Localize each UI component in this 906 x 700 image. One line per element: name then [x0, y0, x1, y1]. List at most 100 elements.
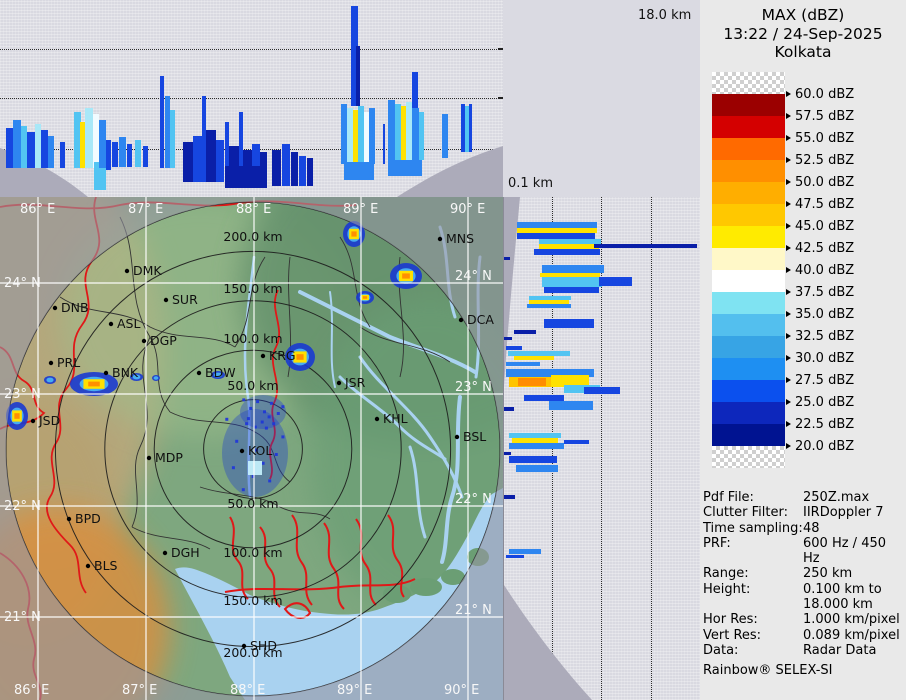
- city-dot: [336, 380, 342, 386]
- metadata-label: Hor Res:: [703, 612, 758, 628]
- city-dot: [458, 317, 464, 323]
- metadata-rows: Pdf File: 250Z.max Clutter Filter: IIRDoppl…: [703, 490, 902, 658]
- profile-bar: [282, 144, 290, 186]
- scale-value: 40.0 dBZ: [795, 262, 855, 278]
- colorscale-band: [712, 446, 785, 468]
- colorscale-band: [712, 292, 785, 314]
- scale-value: 55.0 dBZ: [795, 130, 855, 146]
- city-label: BNK: [112, 365, 139, 380]
- echo-speck: [276, 412, 280, 415]
- city-label: DCA: [467, 312, 494, 327]
- profile-bar: [514, 330, 536, 334]
- profile-bar: [542, 277, 602, 287]
- city-label: KOL: [248, 443, 272, 458]
- city-label: SHD: [250, 638, 277, 653]
- profile-bar: [534, 249, 600, 255]
- colorscale-label: 45.0 dBZ: [786, 218, 854, 234]
- profile-bar: [504, 495, 515, 499]
- echo-core-orange: [14, 413, 20, 419]
- scale-arrow-icon: [786, 267, 791, 273]
- profile-gridline: [651, 197, 652, 700]
- latitude-label: 22° N: [4, 499, 41, 514]
- profile-bar: [225, 166, 267, 188]
- metadata-label: Data:: [703, 642, 739, 658]
- city-dot: [163, 297, 169, 303]
- colorscale-label: 22.5 dBZ: [786, 416, 854, 432]
- echo-speck: [225, 417, 229, 421]
- profile-bar: [356, 46, 360, 106]
- scale-arrow-icon: [786, 311, 791, 317]
- profile-bar: [13, 120, 21, 168]
- legend-title: MAX (dBZ) 13:22 / 24-Sep-2025 Kolkata: [700, 6, 906, 62]
- echo-core-orange: [351, 231, 357, 237]
- profile-bar: [504, 407, 514, 411]
- city-label: SUR: [172, 292, 198, 307]
- echo-speck: [268, 479, 272, 483]
- software-brand: Rainbow® SELEX-SI: [703, 663, 833, 679]
- metadata-value: 0.089 km/pixel: [803, 627, 900, 643]
- profile-bar: [85, 108, 93, 168]
- city-dot: [85, 563, 91, 569]
- metadata-value: 600 Hz / 450 Hz: [803, 535, 887, 567]
- radar-display-screen: 18.0 km 0.1 km 86° E 87° E 88° E 89° E 9…: [0, 0, 906, 700]
- longitude-label: 89° E: [337, 683, 372, 698]
- city-label: DMK: [133, 263, 162, 278]
- scale-arrow-icon: [786, 113, 791, 119]
- metadata-label: Pdf File:: [703, 490, 754, 505]
- scale-arrow-icon: [786, 333, 791, 339]
- echo-speck: [269, 401, 273, 405]
- scale-value: 22.5 dBZ: [795, 416, 855, 432]
- colorscale-band: [712, 116, 785, 138]
- colorscale-label: 42.5 dBZ: [786, 240, 854, 256]
- echo-speck: [241, 488, 245, 492]
- scale-arrow-icon: [786, 91, 791, 97]
- scale-value: 30.0 dBZ: [795, 350, 855, 366]
- metadata-row: Data: Radar Data: [703, 643, 902, 658]
- metadata-value: 250Z.max: [803, 490, 870, 505]
- echo-core-orange: [88, 381, 100, 387]
- profile-bar: [516, 465, 558, 472]
- profile-bar: [504, 452, 511, 455]
- profile-bar: [442, 114, 448, 158]
- longitude-label: 88° E: [230, 683, 265, 698]
- profile-bar: [412, 72, 418, 108]
- colorscale-band: [712, 204, 785, 226]
- metadata-row: Pdf File: 250Z.max: [703, 490, 902, 505]
- profile-bar: [412, 108, 419, 160]
- profile-bar: [112, 142, 118, 167]
- colorscale-label: 32.5 dBZ: [786, 328, 854, 344]
- latitude-label: 21° N: [455, 603, 492, 618]
- profile-bar: [419, 112, 424, 160]
- city-dot: [66, 516, 72, 522]
- longitude-label: 86° E: [14, 683, 49, 698]
- city-dot: [241, 643, 247, 649]
- latitude-label: 23° N: [455, 380, 492, 395]
- echo-speck: [245, 422, 249, 426]
- profile-bar: [183, 142, 193, 182]
- scale-value: 42.5 dBZ: [795, 240, 855, 256]
- metadata-row: PRF: 600 Hz / 450 Hz: [703, 536, 902, 567]
- product-name: MAX (dBZ): [761, 6, 845, 24]
- longitude-label: 90° E: [444, 683, 479, 698]
- height-axis-min-label: 0.1 km: [508, 176, 553, 191]
- city-label: PRL: [57, 355, 80, 370]
- range-ring-label: 50.0 km: [227, 378, 278, 393]
- metadata-label: Time sampling:: [703, 520, 803, 536]
- city-label: BDW: [205, 365, 236, 380]
- scale-arrow-icon: [786, 245, 791, 251]
- scale-arrow-icon: [786, 355, 791, 361]
- profile-bar: [504, 337, 512, 340]
- colorscale-label: 60.0 dBZ: [786, 86, 854, 102]
- echo-cluster: [44, 376, 56, 384]
- range-ring-label: 150.0 km: [223, 281, 282, 296]
- scale-arrow-icon: [786, 223, 791, 229]
- scale-value: 20.0 dBZ: [795, 438, 855, 454]
- colorscale-label: 37.5 dBZ: [786, 284, 854, 300]
- profile-bar: [584, 387, 620, 394]
- city-label: KRG: [269, 348, 296, 363]
- radar-map-svg: 86° E 87° E 88° E 89° E 90° E 86° E 87° E 88° E…: [0, 197, 503, 700]
- profile-bar: [299, 156, 306, 186]
- colorscale-label: 20.0 dBZ: [786, 438, 854, 454]
- colorscale-band: [712, 182, 785, 204]
- profile-bar: [542, 265, 604, 273]
